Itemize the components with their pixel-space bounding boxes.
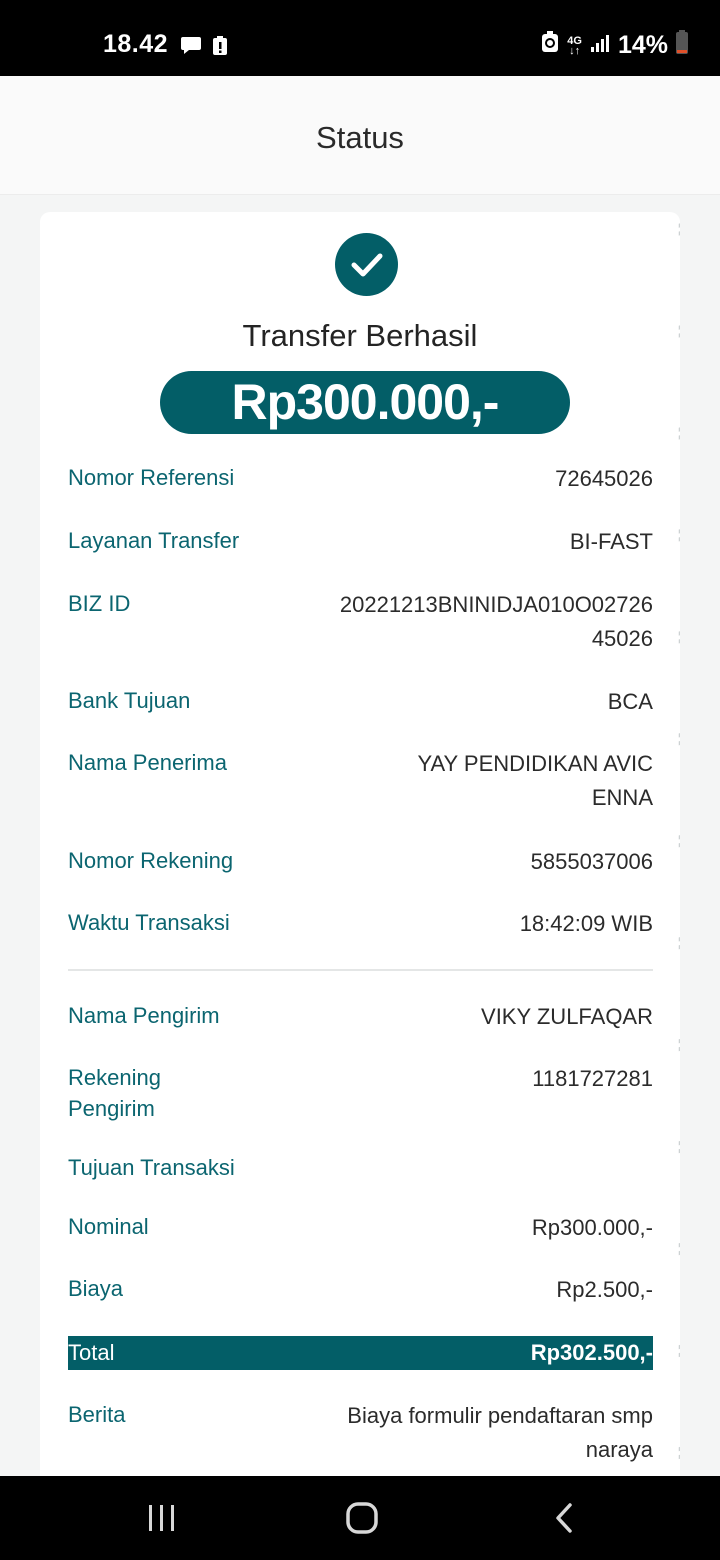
app-header: Status: [0, 76, 720, 195]
detail-value: Rp300.000,-: [531, 1215, 653, 1240]
detail-label: Nominal: [68, 1214, 149, 1239]
page-title: Status: [316, 120, 404, 155]
detail-value: Rp2.500,-: [556, 1277, 653, 1302]
result-title: Transfer Berhasil: [242, 318, 478, 353]
receipt-card: BNI ⟫ BNI ⟫ BNI ⟫ BNI ⟫ BNI ⟫ BNI ⟫ BNI …: [40, 212, 680, 1502]
status-bar: 18.42 4G ↓↑ 14%: [0, 0, 720, 76]
total-row: Total Rp302.500,-: [68, 1336, 653, 1370]
detail-label: Biaya: [68, 1276, 124, 1301]
detail-value: Biaya formulir pendaftaran smp naraya: [347, 1403, 653, 1462]
back-icon[interactable]: [545, 1498, 585, 1538]
navigation-bar: [0, 1476, 720, 1560]
status-right-icons: 4G ↓↑ 14%: [541, 30, 688, 61]
detail-label: Tujuan Transaksi: [68, 1155, 235, 1180]
detail-value: BCA: [607, 689, 653, 714]
detail-label: Bank Tujuan: [68, 688, 191, 713]
detail-label: Nama Penerima: [68, 750, 227, 775]
detail-label: Nomor Rekening: [68, 848, 234, 873]
detail-label: Rekening Pengirim: [68, 1065, 161, 1121]
section-divider: [68, 969, 653, 971]
signal-icon: [590, 31, 610, 60]
status-left-icons: [180, 36, 228, 61]
status-time: 18.42: [103, 30, 169, 58]
detail-value: 20221213BNINIDJA010O0272645026: [339, 592, 653, 651]
detail-value: YAY PENDIDIKAN AVICENNA: [417, 751, 653, 810]
detail-label: Nama Pengirim: [68, 1003, 220, 1028]
detail-label: Nomor Referensi: [68, 465, 235, 490]
detail-value: 18:42:09 WIB: [519, 911, 653, 936]
message-icon: [180, 36, 202, 61]
network-type: 4G ↓↑: [567, 34, 582, 57]
detail-value: BI-FAST: [569, 529, 653, 554]
detail-value: 5855037006: [530, 849, 653, 874]
alert-icon: [212, 36, 228, 61]
detail-label: BIZ ID: [68, 591, 131, 616]
home-icon[interactable]: [342, 1498, 382, 1538]
transfer-amount: Rp300.000,-: [160, 371, 570, 434]
detail-label: Berita: [68, 1402, 126, 1427]
total-value: Rp302.500,-: [530, 1340, 653, 1365]
recent-apps-icon[interactable]: [142, 1498, 182, 1538]
battery-percent: 14%: [617, 31, 668, 59]
detail-label: Layanan Transfer: [68, 528, 240, 553]
total-label: Total: [68, 1340, 115, 1365]
detail-value: 1181727281: [532, 1066, 653, 1091]
detail-value: VIKY ZULFAQAR: [481, 1004, 653, 1029]
recycle-icon: [541, 31, 559, 60]
bni-watermark: BNI ⟫ BNI ⟫ BNI ⟫ BNI ⟫ BNI ⟫ BNI ⟫ BNI …: [675, 212, 681, 1502]
battery-icon: [676, 30, 688, 61]
detail-value: 72645026: [555, 466, 653, 491]
check-icon: [335, 233, 398, 296]
detail-label: Waktu Transaksi: [68, 910, 230, 935]
